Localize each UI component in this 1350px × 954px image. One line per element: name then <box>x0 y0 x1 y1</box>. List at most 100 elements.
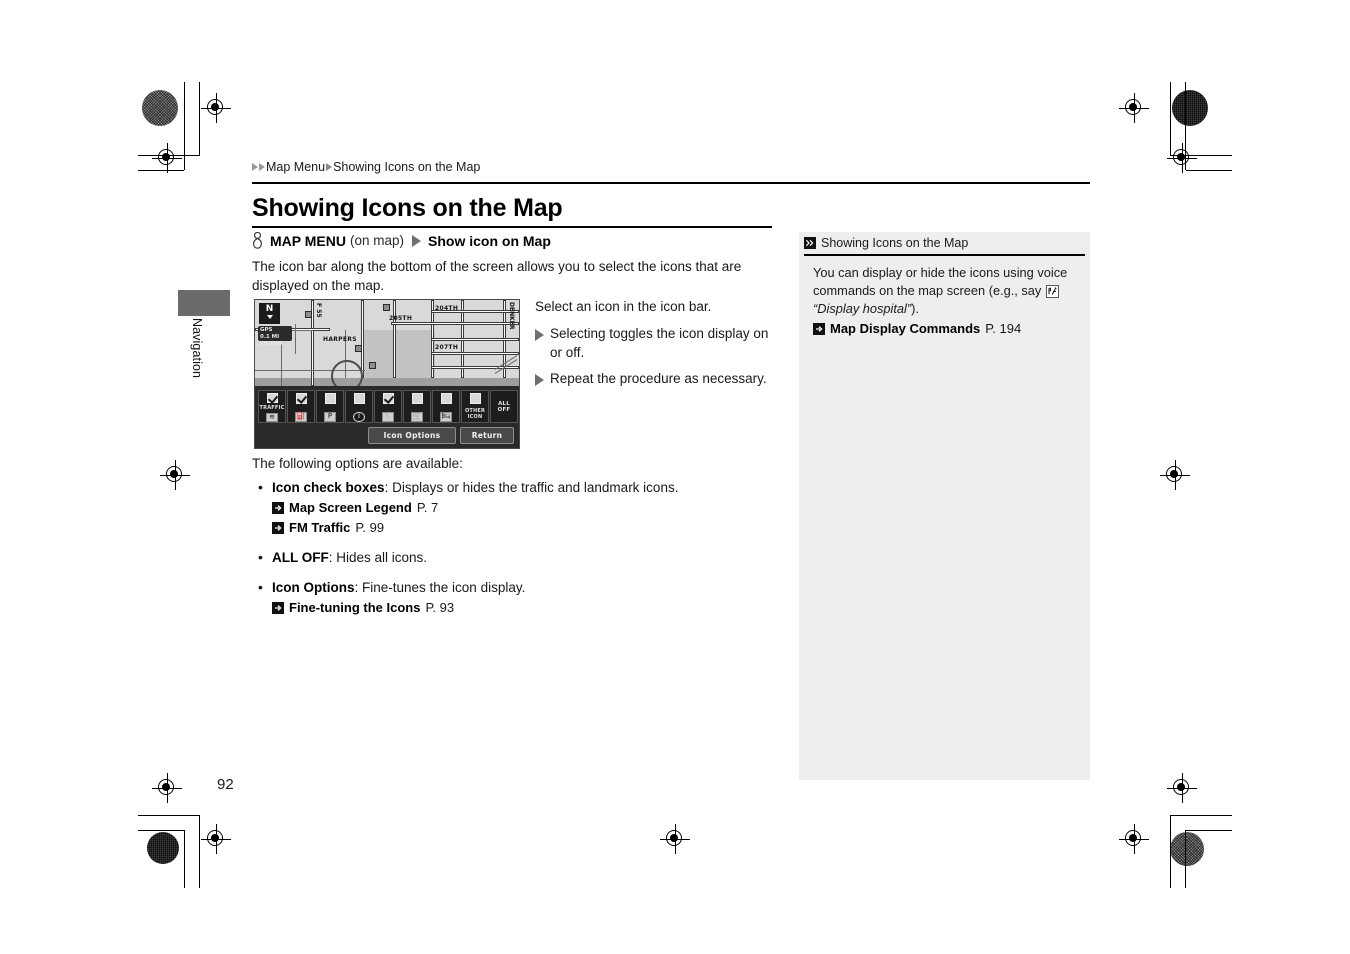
traffic-label: TRAFFIC <box>259 404 285 411</box>
cross-reference-title: Map Screen Legend <box>289 500 412 515</box>
lodging-icon: 🛏 <box>440 411 452 422</box>
halftone-dot-top-left <box>142 90 178 126</box>
list-item: • ALL OFF: Hides all icons. <box>258 548 778 567</box>
map-street-label: 204TH <box>435 305 459 312</box>
registration-mark-right-middle <box>1160 460 1190 490</box>
registration-mark-upper-right <box>1167 143 1197 173</box>
lodging-checkbox[interactable]: 🛏 <box>432 390 460 423</box>
option-term: Icon Options <box>272 580 355 595</box>
side-note-header: Showing Icons on the Map <box>799 232 1090 254</box>
options-list: • Icon check boxes: Displays or hides th… <box>258 478 778 628</box>
crop-line <box>138 170 184 171</box>
crop-line <box>184 82 185 170</box>
breadcrumb-arrow-icon <box>252 163 258 171</box>
page-number: 92 <box>217 776 234 793</box>
crop-line <box>1170 82 1171 155</box>
cross-reference-icon <box>813 322 825 335</box>
checkbox-unchecked-icon[interactable] <box>440 393 452 404</box>
parking-checkbox[interactable]: P <box>316 390 344 423</box>
checkbox-checked-icon[interactable] <box>382 393 394 404</box>
other-icon-label: OTHER ICON <box>464 408 486 420</box>
map-roundabout <box>331 360 363 386</box>
restaurant-checkbox[interactable]: 🍴 <box>374 390 402 423</box>
checkbox-unchecked-icon[interactable] <box>469 393 481 404</box>
cross-reference-page: P. 99 <box>355 520 385 535</box>
manual-page: Navigation Map Menu Showing Icons on the… <box>0 0 1350 954</box>
traffic-checkbox[interactable]: TRAFFIC ≋ <box>258 390 286 423</box>
map-line <box>281 344 282 386</box>
north-arrow-icon: N <box>259 303 280 324</box>
map-poi-marker <box>305 311 312 318</box>
step-item: Selecting toggles the icon display on or… <box>535 324 780 362</box>
shopping-checkbox[interactable]: 🛒 <box>403 390 431 423</box>
breadcrumb: Map Menu Showing Icons on the Map <box>252 160 480 174</box>
command-button-label: MAP MENU <box>270 232 346 249</box>
crop-line <box>199 82 200 155</box>
information-checkbox[interactable]: i <box>345 390 373 423</box>
checkbox-checked-icon[interactable] <box>295 393 307 404</box>
section-tab-label: Navigation <box>190 318 204 379</box>
return-button[interactable]: Return <box>460 427 514 444</box>
map-poi-marker <box>383 304 390 311</box>
option-desc: : Fine-tunes the icon display. <box>354 580 526 595</box>
crop-line <box>1186 830 1232 831</box>
cross-reference[interactable]: Map Screen Legend P. 7 <box>272 498 778 517</box>
command-path: MAP MENU (on map) Show icon on Map <box>252 231 551 249</box>
cross-reference-page: P. 7 <box>416 500 439 515</box>
checkbox-checked-icon[interactable] <box>266 393 278 403</box>
map-street-label: DENKER <box>508 302 515 330</box>
cross-reference-page: P. 93 <box>425 600 455 615</box>
voice-command-icon <box>1045 284 1059 298</box>
icon-checkbox-row: TRAFFIC ≋ ⛽ P i 🍴 🛒 🛏 OTHER ICON ALL OFF <box>258 390 518 423</box>
gps-status-badge: GPS 0.1 MI 20 YDS <box>258 326 292 347</box>
cross-reference-icon <box>272 601 284 614</box>
other-icon-checkbox[interactable]: OTHER ICON <box>461 390 489 423</box>
crop-line <box>184 830 185 888</box>
icon-options-button[interactable]: Icon Options <box>368 427 456 444</box>
checkbox-unchecked-icon[interactable] <box>324 393 336 404</box>
map-road <box>393 300 396 378</box>
side-note-text-part-2: ). <box>911 300 919 316</box>
registration-mark-top-left <box>201 93 231 123</box>
side-note-panel: Showing Icons on the Map You can display… <box>799 232 1090 780</box>
cross-reference-title: FM Traffic <box>289 520 351 535</box>
bullet-icon: • <box>258 579 263 595</box>
header-divider <box>252 182 1090 184</box>
registration-mark-lower-left <box>152 773 182 803</box>
map-road <box>431 352 519 355</box>
registration-mark-top-right <box>1119 93 1149 123</box>
map-street-label: 207TH <box>435 344 459 351</box>
north-letter: N <box>265 304 274 314</box>
map-street-label: F 55 <box>315 303 322 318</box>
cross-reference-icon <box>272 501 284 514</box>
bullet-icon: • <box>258 479 263 495</box>
crop-line <box>138 155 200 156</box>
map-view: F 55 HARPERS 205TH 204TH 207TH DENKER N … <box>255 300 519 386</box>
bullet-icon: • <box>258 549 263 565</box>
shopping-cart-icon: 🛒 <box>411 411 423 422</box>
halftone-dot-bottom-left <box>147 832 179 864</box>
map-road <box>391 322 519 325</box>
step-instructions: Select an icon in the icon bar. Selectin… <box>535 297 780 395</box>
intro-paragraph: The icon bar along the bottom of the scr… <box>252 259 742 293</box>
step-lead: Select an icon in the icon bar. <box>535 299 712 314</box>
map-poi-marker <box>369 362 376 369</box>
list-item: • Icon Options: Fine-tunes the icon disp… <box>258 578 778 617</box>
cross-reference-icon <box>272 521 284 534</box>
cross-reference-title: Map Display Commands <box>830 320 981 336</box>
checkbox-unchecked-icon[interactable] <box>353 393 365 404</box>
information-icon: i <box>353 411 365 422</box>
list-item: • Icon check boxes: Displays or hides th… <box>258 478 778 537</box>
breadcrumb-separator-icon <box>326 163 333 171</box>
all-off-button[interactable]: ALL OFF <box>490 390 518 423</box>
crop-line <box>138 815 200 816</box>
gas-station-checkbox[interactable]: ⛽ <box>287 390 315 423</box>
cross-reference[interactable]: FM Traffic P. 99 <box>272 518 778 537</box>
step-item-text: Repeat the procedure as necessary. <box>550 371 767 386</box>
checkbox-unchecked-icon[interactable] <box>411 393 423 404</box>
option-desc: : Displays or hides the traffic and land… <box>384 480 679 495</box>
crop-line <box>1185 830 1186 888</box>
cross-reference[interactable]: Fine-tuning the Icons P. 93 <box>272 598 778 617</box>
cross-reference[interactable]: Map Display Commands P. 194 <box>813 320 1080 338</box>
command-target-label: Show icon on Map <box>428 232 551 249</box>
